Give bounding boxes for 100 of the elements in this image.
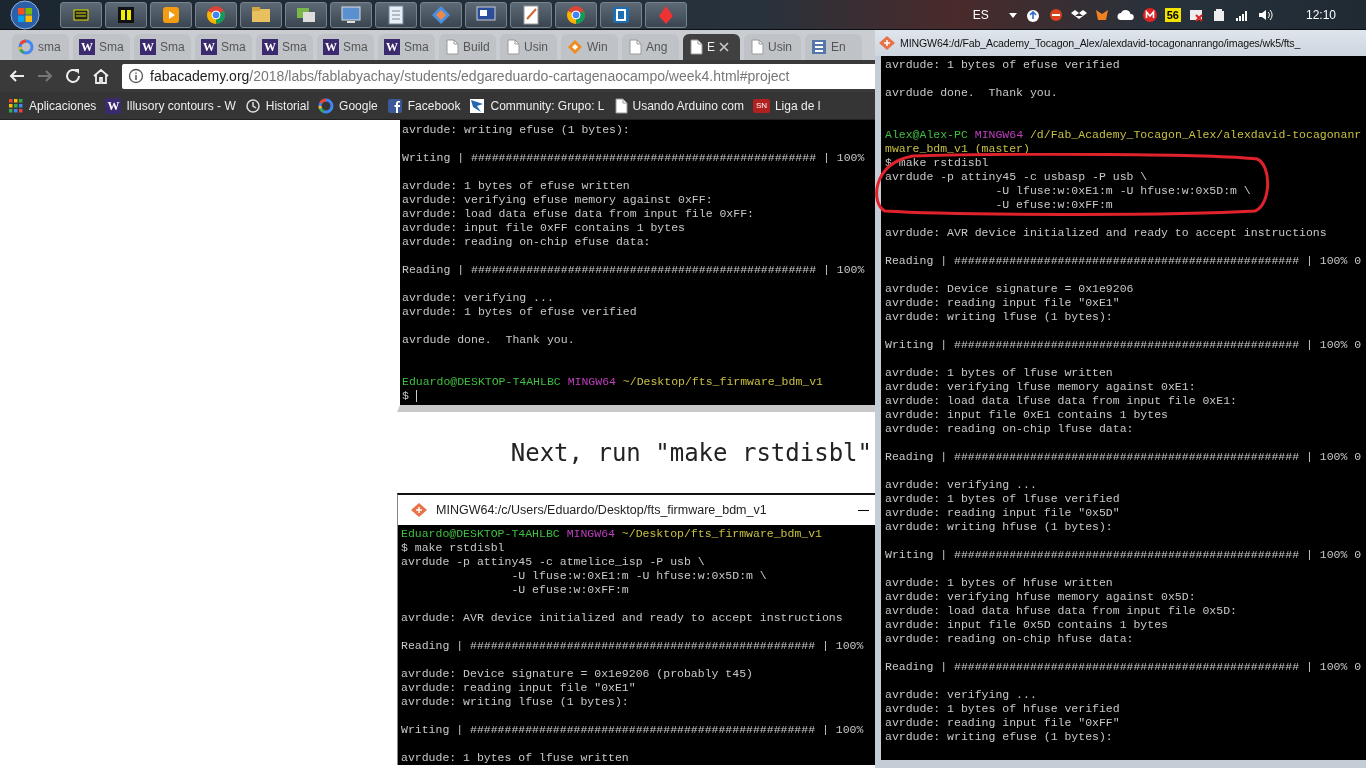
terminal-line: avrdude: verifying lfuse memory against 0xE1:	[885, 380, 1197, 394]
terminal-line: avrdude: writing efuse (1 bytes):	[885, 730, 1114, 744]
terminal-line: avrdude -p attiny45 -c atmelice_isp -P usb \	[401, 555, 706, 569]
minimize-icon[interactable]	[858, 509, 869, 511]
reload-icon[interactable]	[64, 67, 82, 85]
bookmark-item[interactable]: Google	[318, 97, 378, 114]
page-icon	[613, 97, 628, 114]
wiki-icon: W	[79, 39, 95, 55]
wiki-icon: W	[323, 39, 339, 55]
browser-tab[interactable]: E	[683, 34, 740, 60]
browser-tab[interactable]: W Sma	[134, 34, 191, 60]
browser-tab[interactable]: W Sma	[378, 34, 435, 60]
bookmark-item[interactable]: W Illusory contours - W	[105, 97, 236, 114]
terminal-line: avrdude done. Thank you.	[402, 333, 576, 347]
prompt-user: Alex@Alex-PC	[885, 128, 968, 141]
browser-tab[interactable]: En	[805, 34, 862, 60]
browser-tab[interactable]: W Sma	[195, 34, 252, 60]
prompt-path: /d/Fab_Academy_Tocagon_Alex/alexdavid-tocagonanr	[1029, 128, 1362, 141]
language-indicator[interactable]: ES	[972, 7, 989, 22]
url-text: fabacademy.org/2018/labs/fablabyachay/students/edgareduardo-cartagenaocampo/week4.html#project	[150, 68, 790, 84]
site-icon: SN	[752, 98, 770, 113]
terminal-line: avrdude: AVR device initialized and ready to accept instructions	[885, 226, 1328, 240]
facebook-icon	[386, 97, 403, 114]
terminal-line: avrdude: load data efuse data from input file 0xFF:	[402, 207, 755, 221]
terminal-line: avrdude: reading on-chip efuse data:	[402, 235, 652, 249]
browser-tab[interactable]: sma	[12, 34, 69, 60]
terminal-line: avrdude: 1 bytes of hfuse verified	[885, 702, 1121, 716]
terminal-line: -U efuse:w:0xFF:m	[510, 583, 630, 597]
terminal-line: avrdude: 1 bytes of efuse written	[402, 179, 631, 193]
close-icon[interactable]	[719, 42, 729, 52]
terminal-line: avrdude: AVR device initialized and ready to accept instructions	[401, 611, 844, 625]
git-icon	[878, 35, 896, 51]
terminal-line: Writing | ################################################## | 100% 0	[885, 338, 1363, 352]
browser-tab[interactable]: Win	[561, 34, 618, 60]
browser-tab[interactable]: Usin	[744, 34, 801, 60]
bookmark-item[interactable]: Usando Arduino com	[613, 97, 744, 114]
terminal-line: Writing | ################################################## | 100%	[401, 723, 865, 737]
terminal-line: -U lfuse:w:0xE1:m -U hfuse:w:0x5D:m \	[510, 569, 768, 583]
browser-tab[interactable]: Build	[439, 34, 496, 60]
browser-tab[interactable]: W Sma	[256, 34, 313, 60]
prompt-shell: MINGW64	[567, 375, 616, 388]
text-cursor	[415, 389, 417, 402]
git-icon	[410, 502, 428, 518]
counter-badge[interactable]: 56	[1164, 7, 1181, 22]
mail-icon[interactable]	[1141, 6, 1158, 23]
prompt-shell: MINGW64	[566, 527, 615, 540]
terminal-line: avrdude: load data lfuse data from input file 0xE1:	[885, 394, 1238, 408]
terminal-line: avrdude: writing efuse (1 bytes):	[402, 123, 631, 137]
terminal-line: Writing | ################################################## | 100% 0	[885, 548, 1363, 562]
prompt-user: Eduardo@DESKTOP-T4AHLBC	[401, 527, 560, 540]
terminal-line: avrdude: reading input file "0x5D"	[885, 506, 1121, 520]
tray-app-icon[interactable]	[1047, 6, 1064, 23]
terminal-line: avrdude: verifying ...	[402, 291, 555, 305]
history-icon	[244, 97, 261, 114]
terminal-line: avrdude: 1 bytes of efuse verified	[402, 305, 638, 319]
terminal-line: -U lfuse:w:0xE1:m -U hfuse:w:0x5D:m \	[994, 184, 1252, 198]
wiki-icon: W	[201, 39, 217, 55]
bookmark-item[interactable]: SN Liga de l	[752, 98, 821, 113]
browser-tab[interactable]: W Sma	[73, 34, 130, 60]
apps-icon	[8, 97, 24, 114]
prompt-symbol: $	[402, 389, 409, 402]
terminal-line: avrdude: writing lfuse (1 bytes):	[401, 695, 630, 709]
terminal-line: avrdude: verifying ...	[885, 478, 1038, 492]
bookmark-item[interactable]: Community: Grupo: L	[469, 97, 605, 114]
terminal-line: Reading | ################################################## | 100% 0	[885, 254, 1363, 268]
terminal-line: Reading | ################################################## | 100%	[401, 639, 865, 653]
terminal-line: avrdude: 1 bytes of lfuse written	[885, 366, 1114, 380]
terminal-line: avrdude -p attiny45 -c usbasp -P usb \	[885, 170, 1149, 184]
terminal-line: avrdude: verifying efuse memory against 0xFF:	[402, 193, 714, 207]
terminal-line: Reading | ################################################## | 100% 0	[885, 450, 1363, 464]
browser-tab[interactable]: Ang	[622, 34, 679, 60]
terminal-line: avrdude: Device signature = 0x1e9206 (probably t45)	[401, 667, 754, 681]
terminal-line: $ make rstdisbl	[401, 541, 506, 555]
terminal-line: avrdude: reading input file "0xFF"	[885, 716, 1121, 730]
info-icon[interactable]	[128, 68, 144, 84]
prompt-path: ~/Desktop/fts_firmware_bdm_v1	[622, 375, 823, 388]
prompt-path: ~/Desktop/fts_firmware_bdm_v1	[621, 527, 822, 540]
bookmark-item[interactable]: Historial	[244, 97, 310, 114]
prompt-user: Eduardo@DESKTOP-T4AHLBC	[402, 375, 561, 388]
page-icon	[445, 39, 459, 55]
terminal-line: avrdude: reading input file "0xE1"	[401, 681, 637, 695]
page-icon	[506, 39, 520, 55]
site-icon	[811, 39, 827, 55]
bookmark-item[interactable]: Facebook	[386, 97, 461, 114]
home-icon[interactable]	[92, 67, 110, 85]
terminal-line: avrdude: input file 0x5D contains 1 bytes	[885, 618, 1169, 632]
bookmark-item[interactable]: Aplicaciones	[8, 97, 97, 114]
page-icon	[689, 39, 703, 55]
clock[interactable]: 12:10	[1305, 7, 1336, 22]
start-icon[interactable]	[10, 0, 40, 30]
terminal-line: avrdude: 1 bytes of lfuse written	[401, 751, 630, 765]
page-icon	[628, 39, 642, 55]
terminal-line: avrdude: 1 bytes of lfuse verified	[885, 492, 1121, 506]
window-title: MINGW64:/c/Users/Eduardo/Desktop/fts_firmware_bdm_v1	[436, 503, 767, 517]
terminal-line: avrdude: reading on-chip lfuse data:	[885, 422, 1135, 436]
terminal-line: avrdude: 1 bytes of hfuse written	[885, 576, 1114, 590]
browser-tab[interactable]: W Sma	[317, 34, 374, 60]
browser-tab[interactable]: Usin	[500, 34, 557, 60]
address-bar[interactable]: fabacademy.org/2018/labs/fablabyachay/students/edgareduardo-cartagenaocampo/week4.html#project	[122, 63, 875, 89]
terminal-line: avrdude done. Thank you.	[885, 86, 1059, 100]
